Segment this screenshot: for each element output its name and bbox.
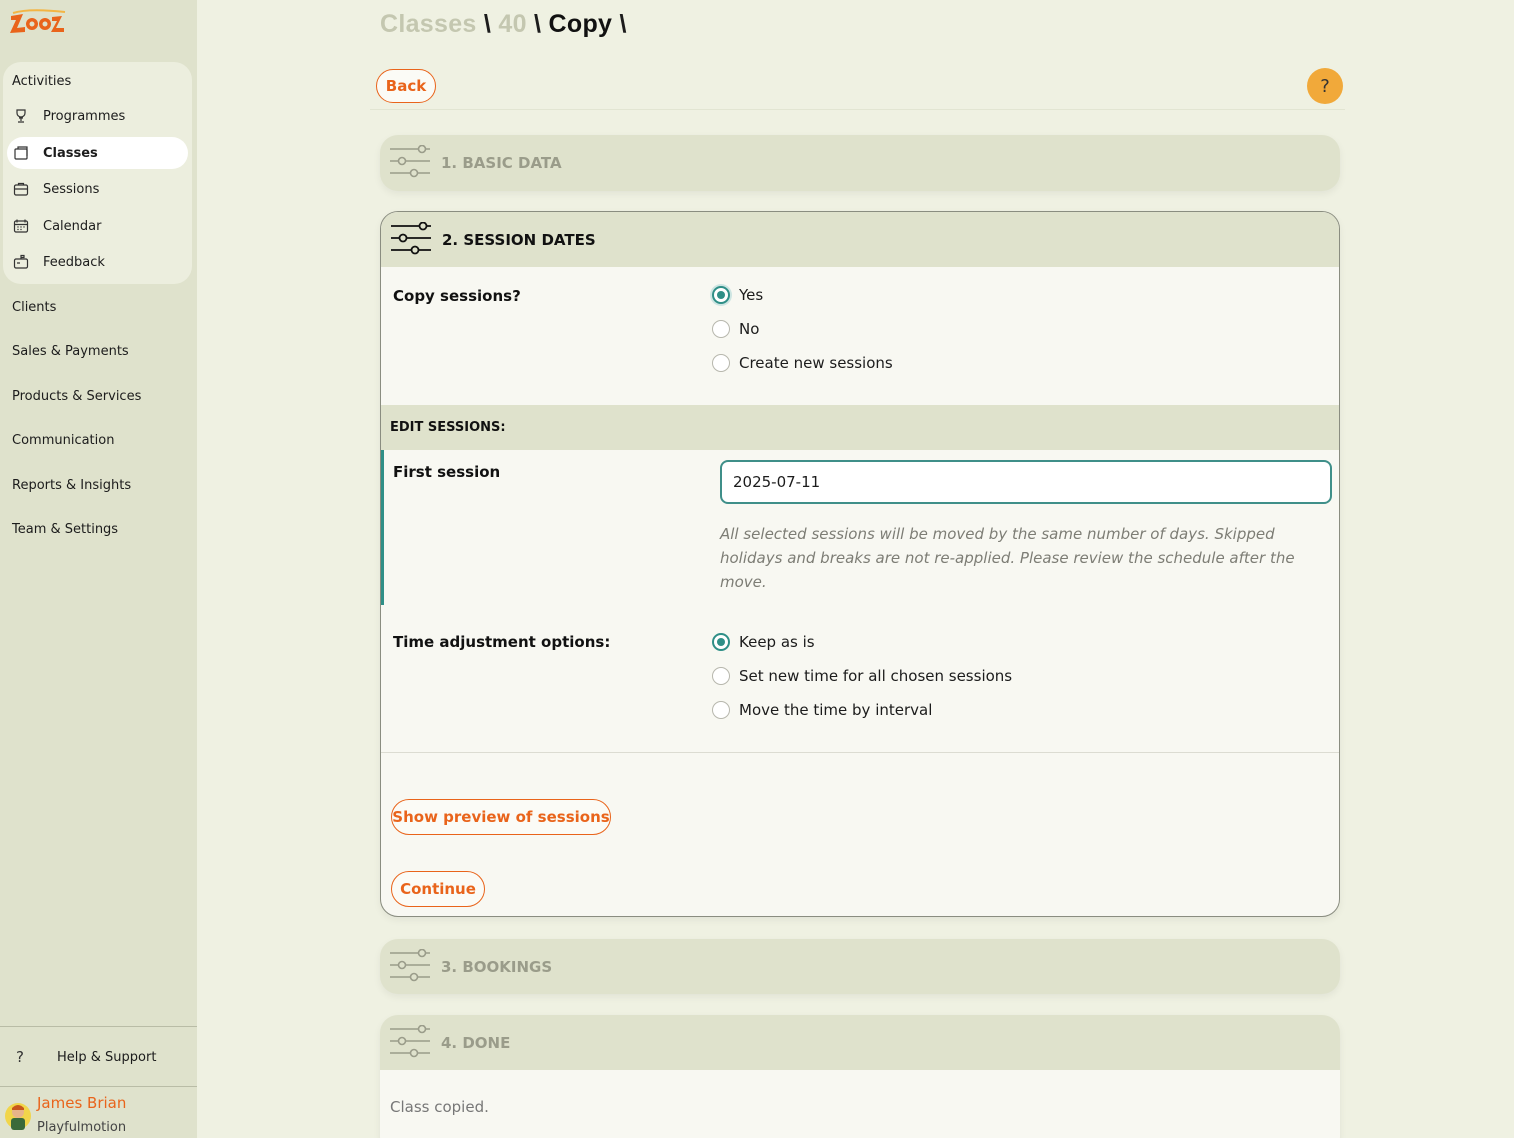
breadcrumb: Classes \ 40 \ Copy \: [380, 10, 627, 39]
toolbar: Back ?: [370, 62, 1345, 110]
time-option-set-new[interactable]: Set new time for all chosen sessions: [712, 667, 1012, 685]
breadcrumb-separator: \: [612, 10, 627, 38]
breadcrumb-class-id[interactable]: 40: [498, 10, 526, 38]
continue-button[interactable]: Continue: [391, 871, 485, 907]
briefcase-icon: [13, 182, 29, 196]
sliders-icon: [391, 222, 431, 255]
step-done-header[interactable]: 4. DONE: [380, 1015, 1340, 1071]
sidebar-item-label: Classes: [43, 145, 98, 161]
divider: [381, 752, 1339, 753]
sliders-icon: [390, 1025, 430, 1058]
help-support-label: Help & Support: [57, 1049, 157, 1065]
radio-checked[interactable]: [712, 633, 730, 651]
help-support-link[interactable]: ? Help & Support: [0, 1040, 197, 1074]
time-option-move-interval[interactable]: Move the time by interval: [712, 701, 932, 719]
first-session-block: First session All selected sessions will…: [381, 450, 1339, 605]
step-done-body: Class copied.: [380, 1070, 1340, 1138]
radio-label: Move the time by interval: [739, 701, 933, 719]
sidebar-item-calendar[interactable]: Calendar: [7, 210, 188, 242]
sidebar-item-products-services[interactable]: Products & Services: [12, 389, 141, 404]
sliders-icon: [390, 949, 430, 982]
sidebar-item-label: Programmes: [43, 108, 126, 124]
step-basic-data: 1. BASIC DATA: [380, 135, 1340, 191]
sidebar-item-clients[interactable]: Clients: [12, 300, 56, 315]
user-org: Playfulmotion: [37, 1120, 127, 1135]
sidebar-divider: [0, 1086, 197, 1087]
breadcrumb-classes[interactable]: Classes: [380, 10, 477, 38]
step-title: 4. DONE: [441, 1034, 511, 1052]
step-done: 4. DONE Class copied.: [380, 1015, 1340, 1138]
sidebar-divider: [0, 1026, 197, 1027]
copy-sessions-label: Copy sessions?: [393, 287, 521, 305]
mailbox-icon: [13, 254, 29, 269]
time-adjustment-label: Time adjustment options:: [393, 633, 611, 651]
radio-label: Keep as is: [739, 633, 815, 651]
breadcrumb-current: Copy: [548, 10, 613, 38]
first-session-date-input[interactable]: [720, 460, 1332, 504]
sidebar: Activities Programmes Classes Sessions C…: [0, 0, 197, 1138]
calendar-icon: [13, 219, 29, 233]
radio-unchecked[interactable]: [712, 667, 730, 685]
radio-label: Yes: [739, 286, 764, 304]
radio-label: Create new sessions: [739, 354, 893, 372]
move-sessions-hint: All selected sessions will be moved by t…: [720, 525, 1295, 591]
step-session-dates-header[interactable]: 2. SESSION DATES: [381, 212, 1339, 267]
step-session-dates: 2. SESSION DATES Copy sessions? Yes No C…: [380, 211, 1340, 917]
radio-label: No: [739, 320, 760, 338]
activities-group: Activities Programmes Classes Sessions C…: [3, 62, 192, 284]
radio-label: Set new time for all chosen sessions: [739, 667, 1013, 685]
sliders-icon: [390, 145, 430, 178]
first-session-label: First session: [393, 463, 501, 481]
avatar: [5, 1103, 31, 1130]
radio-checked[interactable]: [712, 286, 730, 304]
trophy-icon: [16, 109, 26, 123]
show-preview-button[interactable]: Show preview of sessions: [391, 799, 611, 835]
copy-option-yes[interactable]: Yes: [712, 286, 763, 304]
step-title: 2. SESSION DATES: [442, 230, 596, 249]
back-button[interactable]: Back: [376, 69, 436, 103]
copy-option-no[interactable]: No: [712, 320, 759, 338]
help-button[interactable]: ?: [1307, 68, 1343, 104]
step-basic-data-header[interactable]: 1. BASIC DATA: [380, 135, 1340, 191]
question-icon: ?: [16, 1048, 24, 1066]
breadcrumb-separator: \: [476, 10, 499, 38]
time-option-keep[interactable]: Keep as is: [712, 633, 815, 651]
folder-icon: [14, 146, 28, 160]
sidebar-item-communication[interactable]: Communication: [12, 433, 114, 448]
sidebar-item-sessions[interactable]: Sessions: [7, 173, 188, 205]
user-profile[interactable]: James Brian Playfulmotion: [0, 1090, 197, 1138]
radio-unchecked[interactable]: [712, 701, 730, 719]
sidebar-item-feedback[interactable]: Feedback: [7, 246, 188, 278]
activities-group-title: Activities: [12, 74, 72, 89]
radio-unchecked[interactable]: [712, 354, 730, 372]
edit-sessions-heading: EDIT SESSIONS:: [381, 405, 1339, 450]
copy-option-create-new[interactable]: Create new sessions: [712, 354, 893, 372]
done-message: Class copied.: [390, 1098, 489, 1116]
sidebar-item-sales-payments[interactable]: Sales & Payments: [12, 344, 129, 359]
sidebar-item-reports-insights[interactable]: Reports & Insights: [12, 478, 131, 493]
step-title: 1. BASIC DATA: [441, 154, 562, 172]
step-title: 3. BOOKINGS: [441, 958, 553, 976]
edit-sessions-title: EDIT SESSIONS:: [390, 420, 506, 435]
sidebar-item-label: Feedback: [43, 254, 105, 270]
sidebar-item-label: Calendar: [43, 218, 102, 234]
sidebar-item-team-settings[interactable]: Team & Settings: [12, 522, 118, 537]
step-bookings: 3. BOOKINGS: [380, 939, 1340, 994]
radio-unchecked[interactable]: [712, 320, 730, 338]
breadcrumb-separator: \: [526, 10, 549, 38]
sidebar-item-programmes[interactable]: Programmes: [7, 100, 188, 132]
user-name: James Brian: [37, 1094, 127, 1112]
zooza-logo[interactable]: [9, 8, 67, 34]
sidebar-item-classes[interactable]: Classes: [7, 137, 188, 169]
sidebar-item-label: Sessions: [43, 181, 100, 197]
step-bookings-header[interactable]: 3. BOOKINGS: [380, 939, 1340, 995]
